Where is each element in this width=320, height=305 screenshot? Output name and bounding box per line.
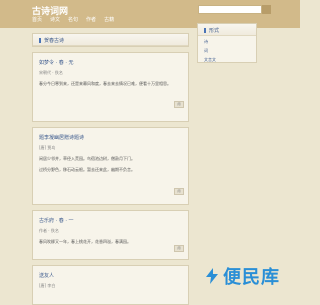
main-column: 贺春古诗 如梦令 · 春 · 无 宋朝代 · 佚名 春分今日寒到来，还是来幕风和… — [32, 33, 189, 305]
sidebar-panel: 形式 诗 词 文言文 — [197, 23, 257, 63]
watermark: 便民库 — [203, 263, 280, 289]
poem-line: 春分今日寒到来，还是来幕风和度，春去来去情况已难，便看十万里相思。 — [39, 81, 171, 86]
read-more-button[interactable]: 阅 — [174, 245, 184, 252]
nav-item-authors[interactable]: 作者 — [86, 16, 96, 23]
title-accent-bar — [204, 28, 206, 33]
sidebar: 形式 诗 词 文言文 — [197, 23, 257, 63]
nav-item-quotes[interactable]: 名句 — [68, 16, 78, 23]
search-button[interactable] — [262, 5, 271, 14]
poem-title[interactable]: 题李凝幽居赠诗题诗 — [39, 134, 182, 141]
poem-line: 春风吹柳又一年，春上桃花开，花香四溢，春满园。 — [39, 239, 131, 244]
poem-line: 闲居少邻并，草径入荒园。鸟宿池边树，僧敲月下门。 — [39, 156, 135, 161]
sidebar-item-wenyanwen[interactable]: 文言文 — [198, 54, 256, 63]
bolt-icon — [206, 268, 218, 284]
main-nav: 首页 诗文 名句 作者 古籍 — [32, 16, 114, 23]
section-header-panel: 贺春古诗 — [32, 33, 189, 47]
poem-title[interactable]: 古乐府 · 春 · 一 — [39, 217, 182, 224]
poem-card: 如梦令 · 春 · 无 宋朝代 · 佚名 春分今日寒到来，还是来幕风和度，春去来… — [32, 52, 189, 122]
sidebar-title: 形式 — [198, 24, 256, 36]
poem-meta: 作者 · 佚名 — [39, 228, 59, 233]
poem-card: 送友人 [唐] 李白 — [32, 265, 189, 305]
poem-title[interactable]: 如梦令 · 春 · 无 — [39, 59, 182, 66]
title-accent-bar — [39, 38, 41, 43]
nav-item-poems[interactable]: 诗文 — [50, 16, 60, 23]
read-more-button[interactable]: 阅 — [174, 101, 184, 108]
nav-item-classics[interactable]: 古籍 — [104, 16, 114, 23]
watermark-text: 便民库 — [223, 267, 280, 288]
poem-line: 过桥分野色，移石动云根。暂去还来此，幽期不负言。 — [39, 167, 135, 172]
poem-meta: [唐] 李白 — [39, 283, 56, 288]
poem-title[interactable]: 送友人 — [39, 272, 182, 279]
sidebar-item-shi[interactable]: 诗 — [198, 36, 256, 45]
search-input[interactable] — [198, 5, 262, 14]
read-more-button[interactable]: 阅 — [174, 188, 184, 195]
poem-card: 古乐府 · 春 · 一 作者 · 佚名 春风吹柳又一年，春上桃花开，花香四溢，春… — [32, 210, 189, 260]
nav-item-home[interactable]: 首页 — [32, 16, 42, 23]
poem-card: 题李凝幽居赠诗题诗 [唐] 贾岛 闲居少邻并，草径入荒园。鸟宿池边树，僧敲月下门… — [32, 127, 189, 205]
sidebar-item-ci[interactable]: 词 — [198, 45, 256, 54]
section-title: 贺春古诗 — [33, 34, 188, 46]
poem-meta: [唐] 贾岛 — [39, 145, 56, 150]
poem-meta: 宋朝代 · 佚名 — [39, 70, 63, 75]
